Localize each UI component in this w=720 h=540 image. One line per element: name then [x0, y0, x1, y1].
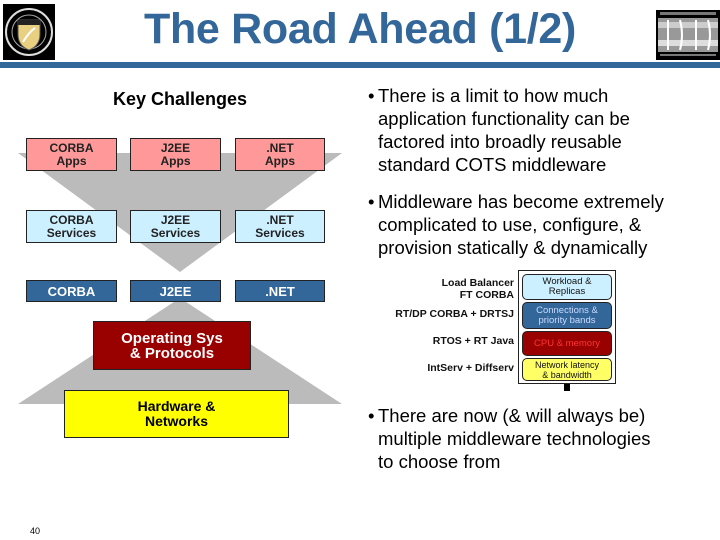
bullet-item: • Middleware has become extremely compli…	[368, 190, 718, 259]
qos-label-rtos: RTOS + RT Java	[432, 335, 514, 347]
bullet-icon: •	[368, 85, 375, 106]
corba-services-box: CORBA Services	[26, 210, 117, 243]
page-number: 40	[30, 526, 41, 536]
layer-cpu-memory: CPU & memory	[522, 331, 612, 356]
qos-label-load-balancer: Load Balancer FT CORBA	[441, 277, 514, 301]
dotnet-apps-box: .NET Apps	[235, 138, 325, 171]
bullet-icon: •	[368, 405, 375, 426]
corba-apps-box: CORBA Apps	[26, 138, 117, 171]
hardware-networks-box: Hardware & Networks	[64, 390, 289, 438]
j2ee-middleware-box: J2EE	[130, 280, 221, 302]
bullet-text: There are now (& will always be) multipl…	[378, 405, 651, 472]
bullet-icon: •	[368, 191, 375, 212]
qos-label-intserv: IntServ + Diffserv	[427, 362, 514, 374]
operating-systems-box: Operating Sys & Protocols	[93, 321, 251, 370]
layer-workload: Workload & Replicas	[522, 274, 612, 300]
bullet-text: Middleware has become extremely complica…	[378, 191, 664, 258]
qos-label-rtdp-corba: RT/DP CORBA + DRTSJ	[395, 308, 514, 320]
dotnet-services-box: .NET Services	[235, 210, 325, 243]
layer-connections: Connections & priority bands	[522, 302, 612, 329]
j2ee-services-box: J2EE Services	[130, 210, 221, 243]
bullet-item: • There are now (& will always be) multi…	[368, 404, 718, 473]
stack-base-post	[564, 384, 570, 391]
j2ee-apps-box: J2EE Apps	[130, 138, 221, 171]
layer-network: Network latency & bandwidth	[522, 358, 612, 381]
corba-middleware-box: CORBA	[26, 280, 117, 302]
dotnet-middleware-box: .NET	[235, 280, 325, 302]
bullet-item: • There is a limit to how much applicati…	[368, 84, 718, 176]
key-challenges-heading: Key Challenges	[112, 89, 248, 109]
bullet-text: There is a limit to how much application…	[378, 85, 630, 175]
